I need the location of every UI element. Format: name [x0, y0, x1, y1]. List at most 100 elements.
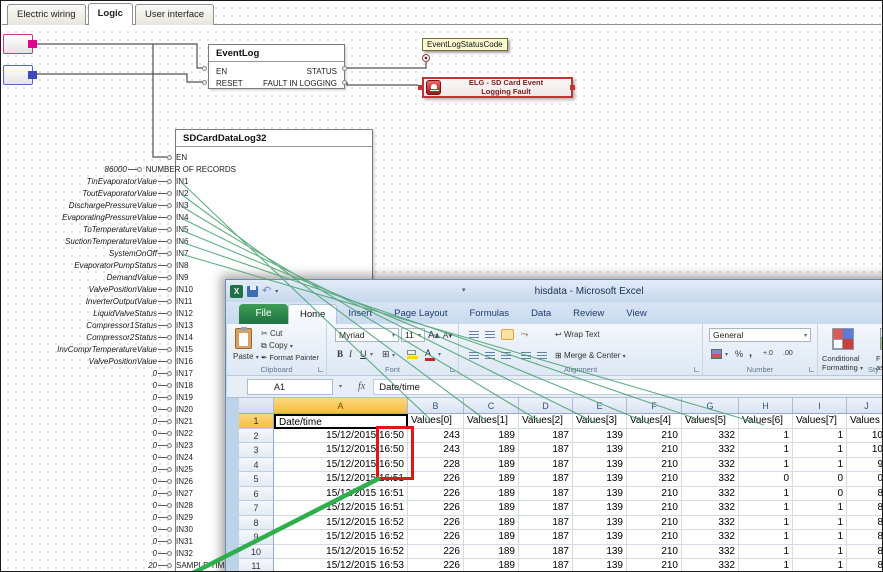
input-pin[interactable]: [136, 166, 142, 172]
input-pin[interactable]: [167, 178, 172, 184]
input-source-label[interactable]: EvaporatingPressureValue: [1, 213, 157, 222]
value-cell[interactable]: 10: [847, 429, 882, 443]
input-source-label[interactable]: 0: [1, 441, 157, 450]
merge-center-button[interactable]: ⊞ Merge & Center ▾: [555, 351, 626, 360]
input-source-label[interactable]: EvaporatorPumpStatus: [1, 261, 157, 270]
alarm-output-pin[interactable]: [570, 85, 575, 90]
row-header-4[interactable]: 4: [239, 457, 274, 472]
row-header-7[interactable]: 7: [239, 501, 274, 516]
borders-icon[interactable]: ⊞ ▾: [382, 349, 395, 360]
italic-button[interactable]: I: [349, 349, 352, 359]
input-source-label[interactable]: 0: [1, 381, 157, 390]
column-header-D[interactable]: D: [519, 398, 573, 414]
underline-dropdown-icon[interactable]: ▾: [370, 351, 373, 358]
header-cell[interactable]: Values[5]: [682, 414, 739, 429]
value-cell[interactable]: 9: [847, 458, 882, 472]
value-cell[interactable]: 1: [793, 544, 847, 559]
ribbon-tab-formulas[interactable]: Formulas: [458, 304, 520, 324]
row-header-8[interactable]: 8: [239, 515, 274, 530]
input-source-label[interactable]: 0: [1, 429, 157, 438]
sd-card-fault-alarm-block[interactable]: ELG - SD Card Event Logging Fault: [422, 77, 573, 98]
copy-button[interactable]: ⧉ Copy ▾: [261, 341, 293, 351]
output-pin[interactable]: [28, 40, 37, 48]
tab-logic[interactable]: Logic: [87, 3, 133, 25]
value-cell[interactable]: 8: [847, 545, 882, 559]
column-header-G[interactable]: G: [682, 398, 739, 414]
font-size-select[interactable]: 11 ▾: [401, 328, 425, 342]
value-cell[interactable]: 210: [627, 472, 682, 487]
value-cell[interactable]: 210: [627, 443, 682, 458]
excel-app-icon[interactable]: X: [230, 284, 243, 298]
header-cell[interactable]: Values[0]: [408, 414, 464, 429]
value-cell[interactable]: 187: [519, 428, 573, 443]
input-pin[interactable]: [167, 358, 172, 364]
ribbon-tab-home[interactable]: Home: [288, 304, 338, 324]
excel-title-bar[interactable]: X ↶ ▾ ▾ hisdata - Microsoft Excel: [226, 280, 882, 302]
input-source-label[interactable]: 0: [1, 405, 157, 414]
header-cell[interactable]: Values[7]: [793, 414, 847, 429]
value-cell[interactable]: 0: [847, 472, 882, 487]
value-cell[interactable]: 8: [847, 501, 882, 516]
value-cell[interactable]: 332: [682, 515, 739, 530]
value-cell[interactable]: 189: [464, 472, 519, 487]
tab-electric-wiring[interactable]: Electric wiring: [7, 4, 86, 25]
value-cell[interactable]: 332: [682, 472, 739, 487]
input-source-label[interactable]: InvComprTemperatureValue: [1, 345, 157, 354]
value-cell[interactable]: 187: [519, 486, 573, 501]
date-cell[interactable]: 15/12/2015 16:51: [274, 486, 408, 501]
row-header-10[interactable]: 10: [239, 544, 274, 559]
value-cell[interactable]: 0: [793, 472, 847, 487]
value-cell[interactable]: 332: [682, 443, 739, 458]
value-cell[interactable]: 243: [408, 443, 464, 458]
paste-icon[interactable]: [235, 327, 252, 349]
input-pin[interactable]: [167, 394, 172, 400]
alarm-input-pin[interactable]: [418, 85, 423, 90]
insert-function-fx-icon[interactable]: fx: [348, 381, 373, 392]
font-color-dropdown-icon[interactable]: ▾: [438, 351, 441, 358]
qat-customize-arrow-icon[interactable]: ▾: [462, 286, 466, 294]
number-format-select[interactable]: General ▾: [709, 328, 811, 342]
input-pin[interactable]: [167, 514, 172, 520]
tab-user-interface[interactable]: User interface: [134, 4, 215, 25]
value-cell[interactable]: 187: [519, 472, 573, 487]
input-source-label[interactable]: Compressor1Status: [1, 321, 157, 330]
input-source-label[interactable]: ToTemperatureValue: [1, 225, 157, 234]
input-source-label[interactable]: TinEvaporatorValue: [1, 177, 157, 186]
date-cell[interactable]: 15/12/2015 16:51: [274, 501, 408, 516]
row-header-6[interactable]: 6: [239, 486, 274, 501]
grow-font-icon[interactable]: A▴: [428, 330, 440, 341]
input-source-label[interactable]: 0: [1, 513, 157, 522]
value-cell[interactable]: 189: [464, 443, 519, 458]
value-cell[interactable]: 139: [573, 515, 627, 530]
input-source-label[interactable]: 0: [1, 417, 157, 426]
value-cell[interactable]: 139: [573, 501, 627, 516]
input-pin[interactable]: [167, 418, 172, 424]
value-cell[interactable]: 139: [573, 486, 627, 501]
input-pin[interactable]: [167, 346, 172, 352]
input-source-label[interactable]: DischargePressureValue: [1, 201, 157, 210]
output-pin[interactable]: [28, 71, 37, 79]
input-pin[interactable]: [167, 286, 172, 292]
input-pin[interactable]: [167, 274, 172, 280]
row-header-11[interactable]: 11: [239, 559, 274, 571]
value-cell[interactable]: 187: [519, 530, 573, 545]
undo-icon[interactable]: ↶: [262, 285, 271, 297]
formula-input[interactable]: Date/time: [373, 378, 882, 395]
date-cell[interactable]: 15/12/2015 16:53: [274, 559, 408, 571]
accounting-format-icon[interactable]: [711, 349, 722, 359]
eventlog-reset-pin[interactable]: [202, 80, 207, 85]
value-cell[interactable]: 139: [573, 428, 627, 443]
input-pin[interactable]: [167, 202, 172, 208]
align-bottom-icon-active[interactable]: [501, 329, 514, 340]
input-pin[interactable]: [167, 238, 172, 244]
row-header-9[interactable]: 9: [239, 530, 274, 545]
value-cell[interactable]: 139: [573, 457, 627, 472]
value-cell[interactable]: 1: [793, 443, 847, 458]
cut-button[interactable]: ✂ Cut: [261, 329, 282, 338]
input-pin[interactable]: [167, 490, 172, 496]
orientation-icon[interactable]: ⤳: [521, 329, 528, 340]
fill-color-icon[interactable]: [407, 350, 418, 359]
input-pin[interactable]: [167, 226, 172, 232]
accounting-dropdown-icon[interactable]: ▾: [725, 351, 728, 358]
value-cell[interactable]: 1: [793, 428, 847, 443]
